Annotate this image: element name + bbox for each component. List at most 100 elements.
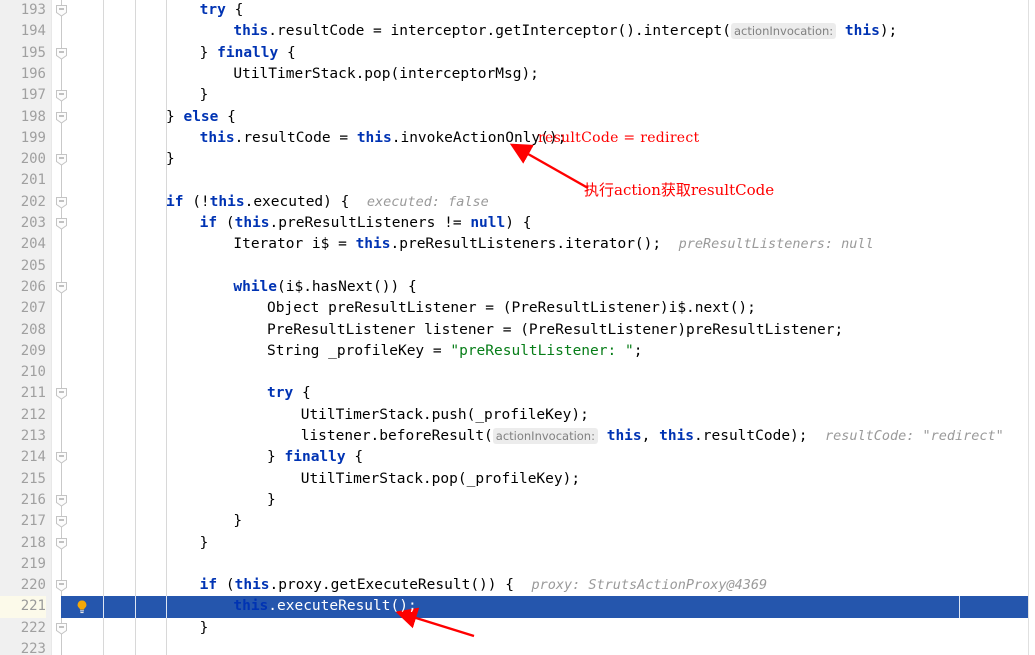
- line-number: 217: [20, 513, 46, 530]
- code-line[interactable]: 198} else {: [0, 107, 1035, 128]
- fold-marker-icon[interactable]: [55, 451, 68, 464]
- inline-value-hint: executed: false: [366, 193, 489, 210]
- fold-marker-icon[interactable]: [55, 4, 68, 17]
- code-line[interactable]: 223: [0, 639, 1035, 655]
- code-line[interactable]: 205: [0, 256, 1035, 277]
- code-text[interactable]: PreResultListener listener = (PreResultL…: [267, 320, 843, 341]
- code-text[interactable]: UtilTimerStack.pop(interceptorMsg);: [233, 64, 539, 85]
- code-text[interactable]: String _profileKey = "preResultListener:…: [267, 341, 642, 362]
- fold-marker[interactable]: [55, 217, 68, 230]
- code-line[interactable]: 204 Iterator i$ = this.preResultListeners…: [0, 234, 1035, 255]
- fold-marker[interactable]: [55, 451, 68, 464]
- code-text[interactable]: }: [200, 85, 209, 106]
- code-line[interactable]: 214} finally {: [0, 447, 1035, 468]
- code-line[interactable]: 213 listener.beforeResult(actionInvocatio…: [0, 426, 1035, 447]
- code-line[interactable]: 221 this.executeResult();: [0, 596, 1035, 618]
- fold-marker-icon[interactable]: [55, 89, 68, 102]
- code-line[interactable]: 210: [0, 362, 1035, 383]
- fold-marker[interactable]: [55, 153, 68, 166]
- code-line[interactable]: 203 if (this.preResultListeners != null) …: [0, 213, 1035, 234]
- fold-marker[interactable]: [55, 515, 68, 528]
- code-text[interactable]: }: [166, 149, 175, 170]
- fold-marker[interactable]: [55, 47, 68, 60]
- fold-marker-icon[interactable]: [55, 111, 68, 124]
- code-line[interactable]: 207 Object preResultListener = (PreResult…: [0, 298, 1035, 319]
- code-line[interactable]: 200}: [0, 149, 1035, 170]
- code-line[interactable]: 208 PreResultListener listener = (PreResu…: [0, 320, 1035, 341]
- code-line[interactable]: 202 if (!this.executed) { executed: false: [0, 192, 1035, 213]
- code-text[interactable]: Object preResultListener = (PreResultLis…: [267, 298, 756, 319]
- code-text[interactable]: }: [200, 618, 209, 639]
- fold-marker-icon[interactable]: [55, 494, 68, 507]
- line-number: 211: [20, 385, 46, 402]
- fold-marker[interactable]: [55, 622, 68, 635]
- code-text[interactable]: } finally {: [267, 447, 363, 468]
- code-line[interactable]: 194 this.resultCode = interceptor.getInte…: [0, 21, 1035, 42]
- code-text[interactable]: while(i$.hasNext()) {: [233, 277, 416, 298]
- code-line[interactable]: 195} finally {: [0, 43, 1035, 64]
- code-text[interactable]: if (!this.executed) { executed: false: [166, 192, 489, 213]
- fold-marker[interactable]: [55, 537, 68, 550]
- code-line[interactable]: 196 UtilTimerStack.pop(interceptorMsg);: [0, 64, 1035, 85]
- inline-value-hint: proxy: StrutsActionProxy@4369: [531, 577, 768, 594]
- fold-marker-icon[interactable]: [55, 515, 68, 528]
- line-number: 221: [0, 596, 46, 618]
- fold-marker[interactable]: [55, 111, 68, 124]
- code-line[interactable]: 211 try {: [0, 383, 1035, 404]
- fold-marker-icon[interactable]: [55, 579, 68, 592]
- fold-marker[interactable]: [55, 196, 68, 209]
- code-text[interactable]: Iterator i$ = this.preResultListeners.it…: [233, 234, 873, 255]
- code-text[interactable]: }: [233, 511, 242, 532]
- code-text[interactable]: listener.beforeResult(actionInvocation: …: [301, 426, 1004, 447]
- parameter-hint: actionInvocation:: [492, 428, 598, 444]
- code-line[interactable]: 206 while(i$.hasNext()) {: [0, 277, 1035, 298]
- code-line[interactable]: 212 UtilTimerStack.push(_profileKey);: [0, 405, 1035, 426]
- code-line[interactable]: 197}: [0, 85, 1035, 106]
- line-number: 208: [20, 321, 46, 338]
- fold-marker-icon[interactable]: [55, 153, 68, 166]
- code-text[interactable]: } finally {: [200, 43, 296, 64]
- fold-marker[interactable]: [55, 4, 68, 17]
- fold-marker-icon[interactable]: [55, 622, 68, 635]
- fold-marker[interactable]: [55, 281, 68, 294]
- code-line[interactable]: 218}: [0, 533, 1035, 554]
- code-text[interactable]: }: [267, 490, 276, 511]
- fold-marker-icon[interactable]: [55, 281, 68, 294]
- code-text[interactable]: this.executeResult();: [233, 596, 416, 617]
- code-text[interactable]: if (this.preResultListeners != null) {: [200, 213, 532, 234]
- fold-marker-icon[interactable]: [55, 47, 68, 60]
- code-line[interactable]: 201: [0, 170, 1035, 191]
- code-text[interactable]: try {: [200, 0, 244, 21]
- code-line[interactable]: 215 UtilTimerStack.pop(_profileKey);: [0, 469, 1035, 490]
- line-number: 206: [20, 278, 46, 295]
- fold-marker-icon[interactable]: [55, 537, 68, 550]
- code-text[interactable]: try {: [267, 383, 311, 404]
- code-text[interactable]: if (this.proxy.getExecuteResult()) { pro…: [200, 575, 767, 596]
- fold-marker[interactable]: [55, 387, 68, 401]
- code-text[interactable]: UtilTimerStack.push(_profileKey);: [301, 405, 589, 426]
- code-text[interactable]: this.resultCode = interceptor.getInterce…: [233, 21, 897, 42]
- fold-marker-icon[interactable]: [55, 387, 68, 401]
- fold-marker[interactable]: [55, 494, 68, 507]
- code-text[interactable]: UtilTimerStack.pop(_profileKey);: [301, 469, 580, 490]
- code-editor[interactable]: 193 try {194 this.resultCode = interceptor…: [0, 0, 1035, 655]
- code-line[interactable]: 217}: [0, 511, 1035, 532]
- code-text[interactable]: this.resultCode = this.invokeActionOnly(…: [200, 128, 567, 149]
- line-number: 218: [20, 534, 46, 551]
- fold-marker-icon[interactable]: [55, 196, 68, 209]
- code-line[interactable]: 193 try {: [0, 0, 1035, 21]
- fold-marker[interactable]: [55, 89, 68, 102]
- inline-value-hint: resultCode: "redirect": [824, 428, 1004, 444]
- code-line[interactable]: 199 this.resultCode = this.invokeActionOn…: [0, 128, 1035, 149]
- code-line[interactable]: 216}: [0, 490, 1035, 511]
- line-number: 202: [20, 193, 46, 210]
- code-text[interactable]: }: [200, 533, 209, 554]
- code-line[interactable]: 219: [0, 554, 1035, 575]
- fold-marker[interactable]: [55, 579, 68, 592]
- code-line[interactable]: 209 String _profileKey = "preResultListen…: [0, 341, 1035, 362]
- code-text[interactable]: } else {: [166, 107, 236, 128]
- code-line[interactable]: 222}: [0, 618, 1035, 639]
- fold-marker-icon[interactable]: [55, 217, 68, 230]
- code-line[interactable]: 220 if (this.proxy.getExecuteResult()) { …: [0, 575, 1035, 596]
- lightbulb-icon[interactable]: [74, 599, 90, 615]
